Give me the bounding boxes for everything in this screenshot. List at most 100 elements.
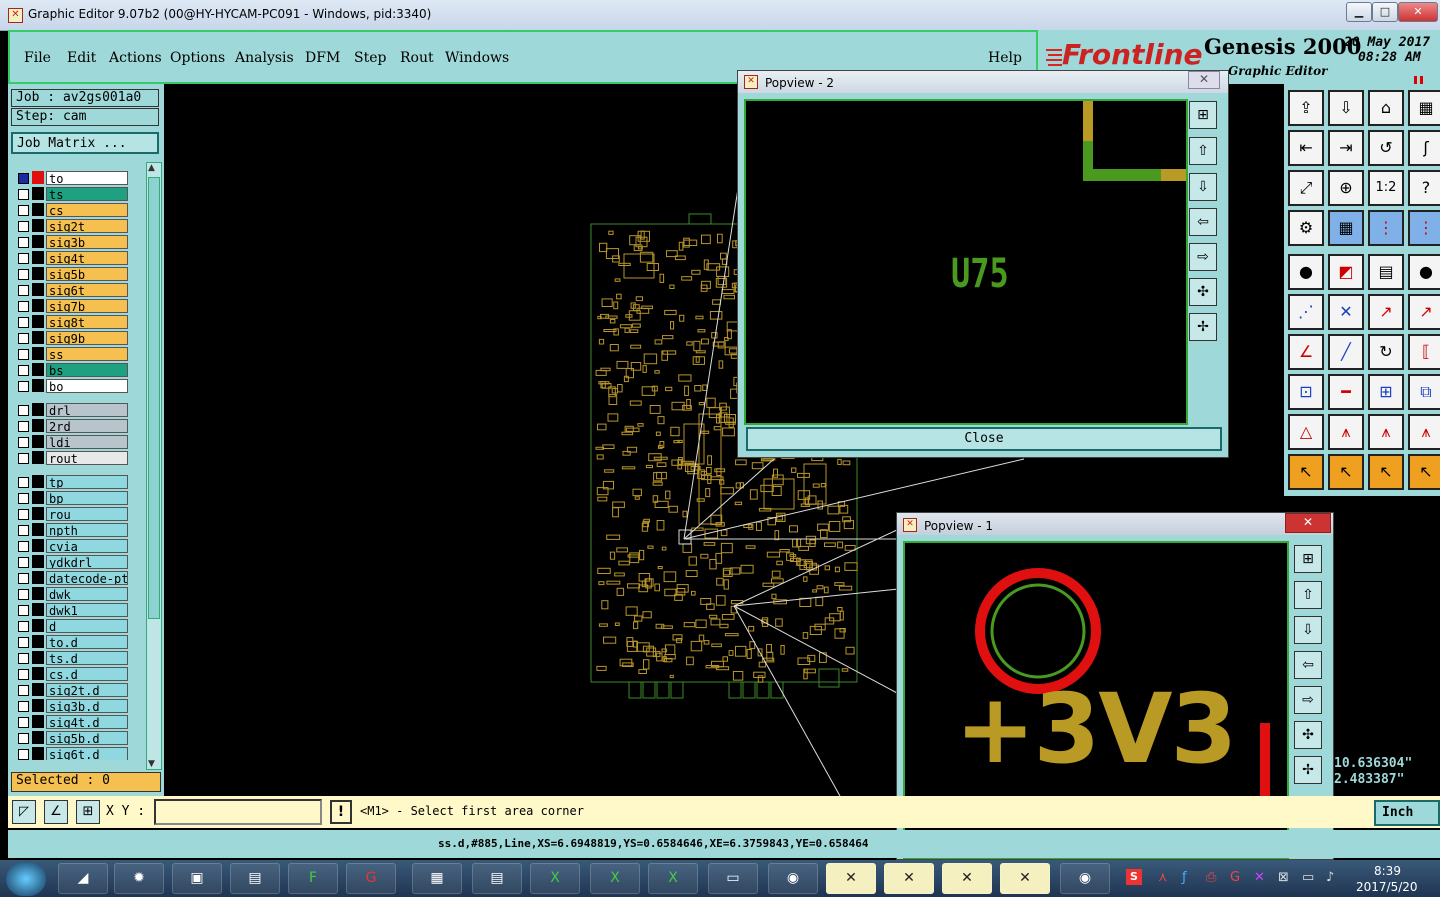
layer-color-swatch[interactable] bbox=[32, 587, 44, 600]
layer-row[interactable]: sig6t bbox=[8, 282, 148, 298]
layer-name[interactable]: d bbox=[46, 619, 128, 633]
layer-row[interactable]: sig3b bbox=[8, 234, 148, 250]
tool-align-icon[interactable]: ⊞ bbox=[1368, 374, 1404, 410]
menu-file[interactable]: File bbox=[24, 50, 51, 66]
layer-row[interactable]: to bbox=[8, 170, 148, 186]
tool-arch3-icon[interactable]: ⩚ bbox=[1408, 414, 1440, 450]
layer-color-swatch[interactable] bbox=[32, 475, 44, 488]
layer-color-swatch[interactable] bbox=[32, 731, 44, 744]
pan-right-icon[interactable]: ⇨ bbox=[1189, 243, 1217, 271]
taskbar-save-icon[interactable]: ▣ bbox=[172, 863, 222, 894]
zoom-in-icon[interactable]: ✣ bbox=[1294, 721, 1322, 749]
tool-select-arrow2-icon[interactable]: ↖ bbox=[1328, 454, 1364, 490]
layer-row[interactable]: sig2t.d bbox=[8, 682, 148, 698]
tool-s-icon[interactable]: ʃ bbox=[1408, 130, 1440, 166]
layer-row[interactable]: sig5b bbox=[8, 266, 148, 282]
layer-checkbox[interactable] bbox=[18, 701, 29, 712]
layer-name[interactable]: tp bbox=[46, 475, 128, 489]
layer-name[interactable]: ss bbox=[46, 347, 128, 361]
layer-name[interactable]: sig9b bbox=[46, 331, 128, 345]
tool-select-arrow3-icon[interactable]: ↖ bbox=[1368, 454, 1404, 490]
layer-color-swatch[interactable] bbox=[32, 419, 44, 432]
layer-color-swatch[interactable] bbox=[32, 603, 44, 616]
tool-rotate-icon[interactable]: ↻ bbox=[1368, 334, 1404, 370]
layer-name[interactable]: sig6t bbox=[46, 283, 128, 297]
layer-color-swatch[interactable] bbox=[32, 491, 44, 504]
popview-2-titlebar[interactable]: ✕ Popview - 2 bbox=[738, 71, 1228, 93]
tool-home-icon[interactable]: ⌂ bbox=[1368, 90, 1404, 126]
grid-snap-icon[interactable]: ⊞ bbox=[76, 800, 100, 824]
taskbar-excel-2-icon[interactable]: X bbox=[590, 863, 640, 894]
layer-name[interactable]: sig6t.d bbox=[46, 747, 128, 760]
menu-analysis[interactable]: Analysis bbox=[235, 50, 294, 66]
layer-color-swatch[interactable] bbox=[32, 507, 44, 520]
taskbar-viewer-icon[interactable]: ▭ bbox=[708, 863, 758, 894]
layer-checkbox[interactable] bbox=[18, 477, 29, 488]
tray-monitor-icon[interactable]: ▭ bbox=[1302, 870, 1314, 885]
layer-checkbox[interactable] bbox=[18, 685, 29, 696]
taskbar-clock-time[interactable]: 8:39 bbox=[1374, 864, 1401, 878]
tool-help-icon[interactable]: ? bbox=[1408, 170, 1440, 206]
layer-row[interactable]: ts.d bbox=[8, 650, 148, 666]
tool-bracket-icon[interactable]: ⟦ bbox=[1408, 334, 1440, 370]
layer-row[interactable]: sig4t bbox=[8, 250, 148, 266]
layer-row[interactable]: npth bbox=[8, 522, 148, 538]
layer-name[interactable]: datecode-pt bbox=[46, 571, 128, 585]
tool-ruler-icon[interactable]: ▤ bbox=[1368, 254, 1404, 290]
layer-row[interactable]: 2rd bbox=[8, 418, 148, 434]
layer-row[interactable]: cs bbox=[8, 202, 148, 218]
layer-checkbox[interactable] bbox=[18, 333, 29, 344]
layer-name[interactable]: ts bbox=[46, 187, 128, 201]
pan-left-icon[interactable]: ⇦ bbox=[1294, 651, 1322, 679]
layer-name[interactable]: bp bbox=[46, 491, 128, 505]
layer-row[interactable]: datecode-pt bbox=[8, 570, 148, 586]
layer-name[interactable]: dwk1 bbox=[46, 603, 128, 617]
layer-checkbox[interactable] bbox=[18, 381, 29, 392]
menu-edit[interactable]: Edit bbox=[67, 50, 96, 66]
tool-triangle-icon[interactable]: △ bbox=[1288, 414, 1324, 450]
layer-color-swatch[interactable] bbox=[32, 171, 44, 184]
layer-color-swatch[interactable] bbox=[32, 667, 44, 680]
layer-checkbox[interactable] bbox=[18, 237, 29, 248]
taskbar-graphic-editor-3-icon[interactable]: ✕ bbox=[942, 863, 992, 894]
layer-color-swatch[interactable] bbox=[32, 683, 44, 696]
layer-name[interactable]: drl bbox=[46, 403, 128, 417]
zoom-home-icon[interactable]: ⊞ bbox=[1294, 545, 1322, 573]
tool-upload-icon[interactable]: ⇪ bbox=[1288, 90, 1324, 126]
layer-name[interactable]: cvia bbox=[46, 539, 128, 553]
layer-color-swatch[interactable] bbox=[32, 523, 44, 536]
scrollbar-thumb[interactable] bbox=[148, 177, 160, 619]
layer-color-swatch[interactable] bbox=[32, 747, 44, 760]
layer-name[interactable]: cs.d bbox=[46, 667, 128, 681]
taskbar-excel-3-icon[interactable]: X bbox=[648, 863, 698, 894]
snap-mode-icon[interactable]: ◸ bbox=[12, 800, 36, 824]
taskbar-calculator-icon[interactable]: ▦ bbox=[412, 863, 462, 894]
layer-name[interactable]: cs bbox=[46, 203, 128, 217]
layer-row[interactable]: ldi bbox=[8, 434, 148, 450]
maximize-button[interactable]: □ bbox=[1372, 2, 1398, 22]
layer-color-swatch[interactable] bbox=[32, 363, 44, 376]
layer-scrollbar[interactable]: ▲ ▼ bbox=[146, 162, 162, 770]
layer-color-swatch[interactable] bbox=[32, 651, 44, 664]
layer-name[interactable]: sig3b bbox=[46, 235, 128, 249]
taskbar-eye-icon[interactable]: ◉ bbox=[768, 863, 818, 894]
tool-net2-icon[interactable]: ⋮ bbox=[1408, 210, 1440, 246]
tool-arc-icon[interactable]: ↗ bbox=[1368, 294, 1404, 330]
layer-row[interactable]: d bbox=[8, 618, 148, 634]
taskbar-genesis-icon[interactable]: G bbox=[346, 863, 396, 894]
layer-name[interactable]: sig5b.d bbox=[46, 731, 128, 745]
layer-checkbox[interactable] bbox=[18, 637, 29, 648]
taskbar-graphic-editor-1-icon[interactable]: ✕ bbox=[826, 863, 876, 894]
tool-snap-icon[interactable]: ⊡ bbox=[1288, 374, 1324, 410]
tool-center-icon[interactable]: ⊕ bbox=[1328, 170, 1364, 206]
zoom-in-icon[interactable]: ✣ bbox=[1189, 278, 1217, 306]
taskbar-graphic-editor-2-icon[interactable]: ✕ bbox=[884, 863, 934, 894]
tool-arc2-icon[interactable]: ↗ bbox=[1408, 294, 1440, 330]
layer-checkbox[interactable] bbox=[18, 405, 29, 416]
layer-color-swatch[interactable] bbox=[32, 347, 44, 360]
layer-name[interactable]: ldi bbox=[46, 435, 128, 449]
layer-name[interactable]: dwk bbox=[46, 587, 128, 601]
layer-row[interactable]: ts bbox=[8, 186, 148, 202]
layer-checkbox[interactable] bbox=[18, 653, 29, 664]
layer-name[interactable]: bo bbox=[46, 379, 128, 393]
